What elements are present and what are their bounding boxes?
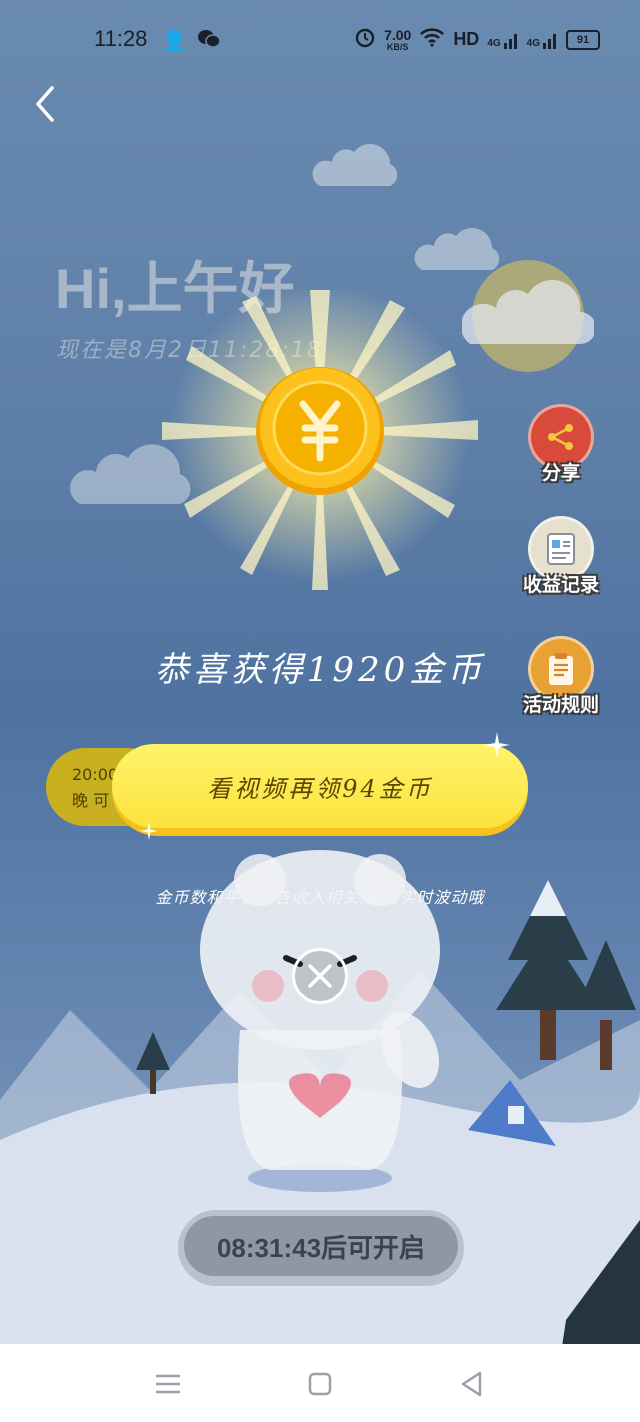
yen-coin-icon bbox=[256, 367, 384, 495]
sun-cloud-decoration bbox=[462, 260, 594, 372]
unlock-timer-button[interactable]: 08:31:43后可开启 bbox=[174, 1206, 468, 1290]
wechat-icon bbox=[197, 28, 221, 56]
back-button[interactable] bbox=[28, 84, 64, 124]
close-icon bbox=[308, 964, 332, 988]
watch-video-button[interactable]: 看视频再领94金币 bbox=[112, 744, 528, 836]
signal-label-2: 4G bbox=[526, 37, 540, 49]
status-right-icons: 7.00 KB/S HD 4G 4G 91 bbox=[354, 26, 600, 53]
sparkle-icon bbox=[140, 822, 158, 840]
wifi-icon bbox=[419, 27, 445, 52]
unlock-timer-label: 08:31:43后可开启 bbox=[216, 1232, 426, 1263]
earnings-record-button[interactable]: 收益记录 bbox=[506, 516, 616, 597]
signal-icon: 4G bbox=[527, 31, 558, 49]
earnings-record-label: 收益记录 bbox=[522, 575, 599, 596]
speed-unit: KB/S bbox=[386, 41, 409, 52]
system-nav-bar bbox=[0, 1344, 640, 1422]
screen: 11:28 7.00 KB/S HD 4G 4G 91 Hi,上午好 现在是8月… bbox=[0, 0, 640, 1422]
reward-congrats-text: 恭喜获得1920金币 bbox=[154, 650, 486, 690]
sparkle-icon bbox=[484, 732, 510, 758]
back-triangle-icon bbox=[461, 1371, 482, 1397]
share-label: 分享 bbox=[541, 463, 580, 484]
back-nav-button[interactable] bbox=[456, 1368, 488, 1400]
network-speed: 7.00 KB/S bbox=[384, 28, 411, 52]
watch-video-label: 看视频再领94金币 bbox=[207, 774, 433, 803]
chevron-left-icon bbox=[36, 86, 54, 122]
status-left-icons bbox=[163, 28, 221, 56]
status-bar: 11:28 7.00 KB/S HD 4G 4G 91 bbox=[0, 0, 640, 80]
signal-icon: 4G bbox=[487, 31, 518, 49]
cloud-decoration bbox=[312, 144, 398, 186]
hd-icon: HD bbox=[453, 29, 480, 49]
status-time: 11:28 bbox=[94, 26, 148, 51]
close-button[interactable] bbox=[292, 948, 348, 1004]
home-button[interactable] bbox=[304, 1368, 336, 1400]
menu-icon bbox=[156, 1374, 180, 1394]
signal-label-1: 4G bbox=[487, 37, 501, 49]
battery-icon: 91 bbox=[566, 29, 600, 50]
activity-rules-label: 活动规则 bbox=[522, 695, 599, 716]
alarm-icon bbox=[354, 26, 376, 53]
home-square-icon bbox=[308, 1372, 332, 1396]
qq-icon bbox=[163, 28, 185, 56]
share-button[interactable]: 分享 bbox=[506, 404, 616, 485]
speed-value: 7.00 bbox=[384, 26, 412, 43]
menu-button[interactable] bbox=[152, 1368, 184, 1400]
